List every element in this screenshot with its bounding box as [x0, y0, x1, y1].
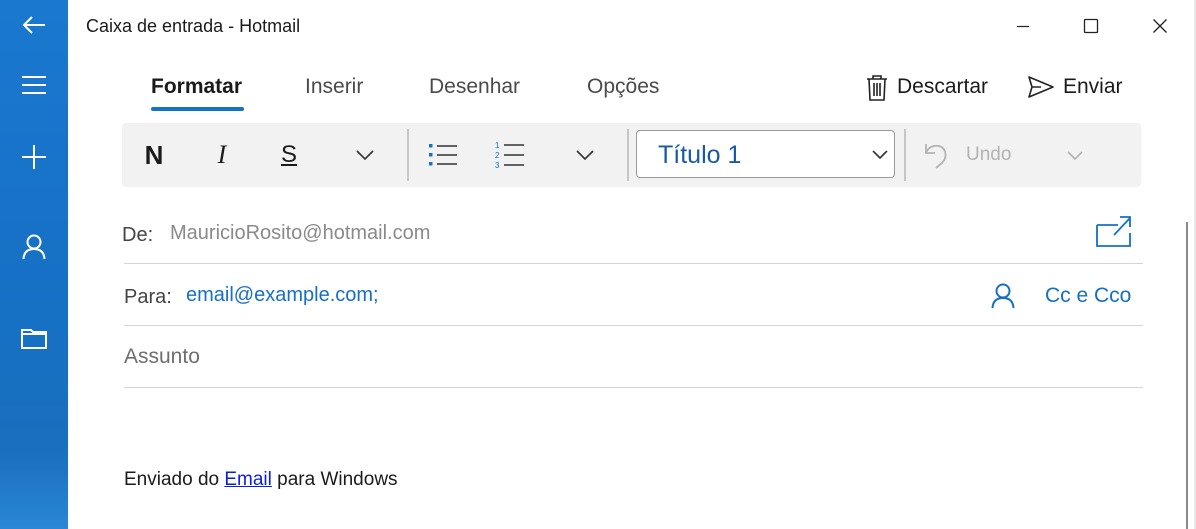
bullet-list-button[interactable]	[420, 123, 466, 187]
undo-label: Undo	[966, 144, 1012, 165]
menu-button[interactable]	[0, 60, 68, 110]
more-format-button[interactable]	[344, 123, 386, 187]
divider	[124, 325, 1143, 326]
folders-button[interactable]	[0, 313, 68, 363]
menu-icon	[22, 76, 46, 94]
signature-prefix: Enviado do	[124, 469, 225, 490]
tab-formatar[interactable]: Formatar	[151, 75, 242, 99]
new-mail-button[interactable]	[0, 132, 68, 182]
paragraph-style-value: Título 1	[658, 141, 742, 169]
trash-icon	[867, 75, 887, 101]
account-icon	[22, 234, 46, 260]
bullet-list-icon	[429, 144, 457, 166]
navigation-rail	[0, 0, 68, 529]
send-icon	[1028, 76, 1054, 98]
subject-field[interactable]: Assunto	[124, 345, 200, 369]
new-mail-icon	[22, 145, 46, 169]
scrollbar[interactable]	[1186, 222, 1188, 529]
toolbar-divider	[904, 129, 906, 181]
from-label: De:	[122, 224, 154, 246]
window-title: Caixa de entrada - Hotmail	[86, 16, 301, 36]
numbered-list-button[interactable]: 1 2 3	[487, 123, 533, 187]
minimize-button[interactable]	[1000, 10, 1046, 42]
person-icon	[991, 283, 1015, 309]
chevron-down-icon	[356, 150, 374, 160]
folder-icon	[21, 329, 47, 349]
tab-inserir[interactable]: Inserir	[305, 75, 363, 99]
to-field[interactable]: email@example.com;	[186, 284, 379, 307]
maximize-icon	[1083, 18, 1099, 34]
chevron-down-icon	[872, 150, 888, 159]
close-icon	[1153, 19, 1167, 33]
popout-icon	[1096, 216, 1131, 247]
active-tab-indicator	[151, 107, 244, 111]
contacts-button[interactable]	[991, 283, 1015, 314]
chevron-down-icon	[576, 150, 594, 160]
discard-button[interactable]: Descartar	[865, 72, 988, 102]
minimize-icon	[1017, 25, 1029, 28]
maximize-button[interactable]	[1068, 10, 1114, 42]
undo-icon	[925, 144, 947, 169]
toolbar-divider	[407, 129, 409, 181]
cc-bcc-button[interactable]: Cc e Cco	[1045, 284, 1131, 308]
numbered-list-icon: 1 2 3	[495, 141, 524, 170]
send-label: Enviar	[1063, 75, 1123, 98]
chevron-down-icon	[1067, 150, 1083, 160]
signature-suffix: para Windows	[271, 469, 398, 490]
from-field[interactable]: MauricioRosito@hotmail.com	[170, 222, 430, 245]
divider	[124, 263, 1143, 264]
svg-text:3: 3	[495, 161, 500, 170]
send-button[interactable]: Enviar	[1027, 72, 1123, 102]
divider	[124, 387, 1143, 388]
to-label: Para:	[124, 286, 172, 308]
popout-button[interactable]	[1096, 215, 1132, 252]
discard-label: Descartar	[897, 75, 989, 98]
undo-options-button[interactable]	[1054, 123, 1096, 187]
back-icon	[22, 16, 45, 34]
format-toolbar: N I S 1 2 3 Título 1 Undo	[122, 123, 1141, 187]
svg-text:1: 1	[495, 141, 500, 150]
email-app-link[interactable]: Email	[224, 469, 272, 490]
account-button[interactable]	[0, 222, 68, 272]
toolbar-divider	[627, 129, 629, 181]
back-button[interactable]	[0, 0, 68, 50]
underline-button[interactable]: S	[265, 123, 313, 187]
tab-desenhar[interactable]: Desenhar	[429, 75, 520, 99]
bold-button[interactable]: N	[130, 123, 178, 187]
tab-opcoes[interactable]: Opções	[587, 75, 659, 99]
italic-button[interactable]: I	[198, 123, 246, 187]
close-button[interactable]	[1137, 10, 1183, 42]
underline-label: S	[280, 141, 297, 168]
undo-button[interactable]: Undo	[922, 123, 1022, 187]
more-list-button[interactable]	[564, 123, 606, 187]
bold-label: N	[144, 139, 164, 170]
paragraph-style-select[interactable]: Título 1	[636, 130, 895, 178]
message-body[interactable]: Enviado do Email para Windows	[124, 469, 398, 491]
italic-label: I	[217, 140, 227, 169]
svg-text:2: 2	[495, 151, 500, 160]
